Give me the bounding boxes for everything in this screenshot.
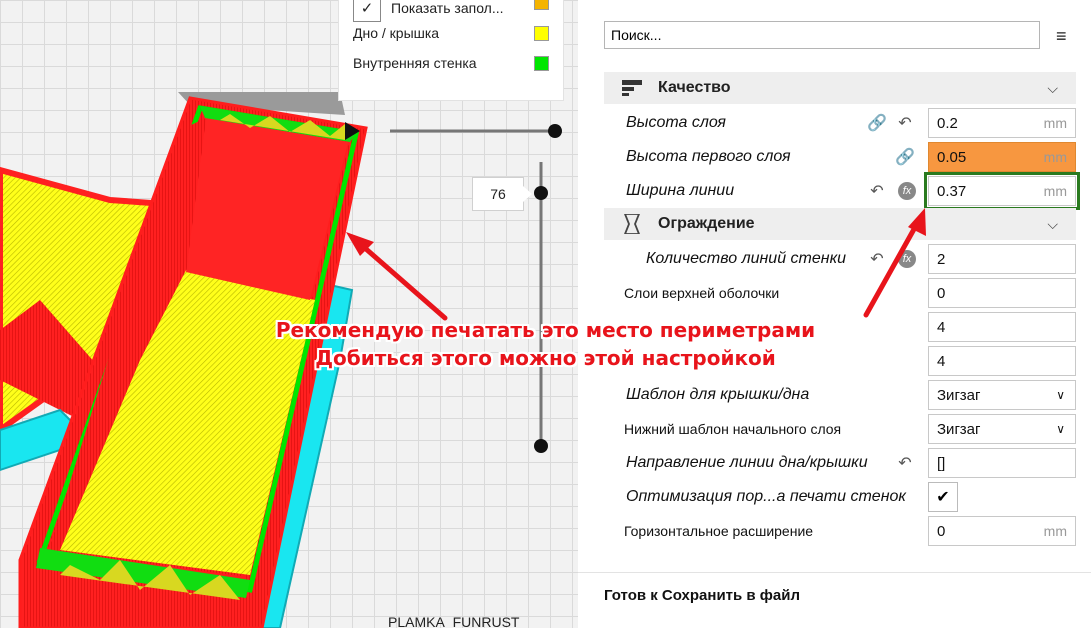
legend-checkbox[interactable]: ✓ bbox=[353, 0, 381, 22]
link-icon[interactable]: 🔗 bbox=[866, 112, 888, 134]
3d-viewport[interactable]: ✓ Показать запол... Дно / крышка Внутрен… bbox=[0, 0, 578, 628]
layer-slider-handle-top bbox=[534, 186, 548, 200]
legend-label: Дно / крышка bbox=[353, 25, 440, 41]
reset-icon[interactable]: ↶ bbox=[894, 452, 916, 474]
section-title: Ограждение bbox=[658, 215, 755, 232]
shell-icon bbox=[620, 212, 644, 236]
chevron-down-icon: ∨ bbox=[1056, 388, 1065, 402]
chevron-down-icon[interactable]: ⌵ bbox=[1047, 216, 1058, 233]
setting-top-bottom-direction: Направление линии дна/крышки ↶ [] bbox=[578, 446, 1091, 480]
layer-slider-handle-bottom bbox=[534, 439, 548, 453]
quality-icon bbox=[620, 76, 644, 100]
reset-icon[interactable]: ↶ bbox=[866, 180, 888, 202]
annotation-line-2: Добиться этого можно этой настройкой bbox=[315, 346, 776, 370]
setting-wall-order-optimization: Оптимизация пор...а печати стенок ✔ bbox=[578, 480, 1091, 514]
horizontal-expansion-input[interactable]: 0 mm bbox=[928, 516, 1076, 546]
setting-initial-bottom-pattern: Нижний шаблон начального слоя Зигзаг ∨ bbox=[578, 412, 1091, 446]
setting-label: Горизонтальное расширение bbox=[624, 523, 814, 539]
legend-swatch bbox=[534, 0, 549, 10]
section-title: Качество bbox=[658, 79, 731, 96]
status-bar: Готов к Сохранить в файл bbox=[578, 572, 1091, 629]
field-value: 0.37 bbox=[937, 182, 967, 200]
setting-label: Направление линии дна/крышки bbox=[626, 454, 868, 471]
field-value: 0 bbox=[937, 522, 946, 540]
menu-icon[interactable]: ≡ bbox=[1056, 26, 1067, 47]
setting-initial-layer-height: Высота первого слоя 🔗 0.05 mm bbox=[578, 140, 1091, 174]
setting-horizontal-expansion: Горизонтальное расширение 0 mm bbox=[578, 514, 1091, 548]
top-bottom-direction-input[interactable]: [] bbox=[928, 448, 1076, 478]
top-layers-input[interactable]: 0 bbox=[928, 278, 1076, 308]
function-icon[interactable]: fx bbox=[898, 182, 916, 200]
initial-layer-height-input[interactable]: 0.05 mm bbox=[928, 142, 1076, 172]
legend-item-skin: Дно / крышка bbox=[339, 22, 563, 44]
function-icon[interactable]: fx bbox=[898, 250, 916, 268]
field-value: Зигзаг bbox=[937, 386, 981, 404]
setting-label: Количество линий стенки bbox=[646, 250, 847, 267]
reset-icon[interactable]: ↶ bbox=[866, 248, 888, 270]
color-legend: ✓ Показать запол... Дно / крышка Внутрен… bbox=[338, 0, 564, 101]
wall-line-count-input[interactable]: 2 bbox=[928, 244, 1076, 274]
field-unit: mm bbox=[1043, 523, 1067, 539]
section-shell[interactable]: Ограждение ⌵ bbox=[604, 208, 1076, 240]
top-bottom-pattern-select[interactable]: Зигзаг ∨ bbox=[928, 380, 1076, 410]
legend-label: Показать запол... bbox=[391, 0, 504, 16]
line-width-input[interactable]: 0.37 mm bbox=[924, 172, 1080, 210]
setting-label: Слои верхней оболочки bbox=[624, 285, 780, 301]
setting-label: Оптимизация пор...а печати стенок bbox=[626, 488, 906, 505]
section-quality[interactable]: Качество ⌵ bbox=[604, 72, 1076, 104]
legend-item-inner-wall: Внутренняя стенка bbox=[339, 52, 563, 74]
setting-label: Нижний шаблон начального слоя bbox=[624, 421, 842, 437]
annotation-line-1: Рекомендую печатать это место периметрам… bbox=[275, 318, 816, 342]
field-value: 2 bbox=[937, 250, 946, 268]
chevron-down-icon[interactable]: ⌵ bbox=[1047, 80, 1058, 97]
field-value: 0 bbox=[937, 284, 946, 302]
field-value: [] bbox=[937, 454, 946, 472]
field-unit: mm bbox=[1043, 115, 1067, 131]
settings-search-input[interactable]: Поиск... bbox=[604, 21, 1040, 49]
legend-item-infill[interactable]: ✓ Показать запол... bbox=[339, 0, 563, 22]
legend-label: Внутренняя стенка bbox=[353, 55, 477, 71]
field-unit: mm bbox=[1043, 183, 1067, 199]
print-settings-panel: Поиск... ≡ Качество ⌵ Высота слоя 🔗 ↶ 0.… bbox=[578, 0, 1091, 629]
layer-number-box[interactable]: 76 bbox=[472, 177, 532, 211]
initial-bottom-pattern-select[interactable]: Зигзаг ∨ bbox=[928, 414, 1076, 444]
legend-swatch bbox=[534, 55, 549, 71]
setting-label: Ширина линии bbox=[626, 182, 735, 199]
status-text: Готов к Сохранить в файл bbox=[604, 587, 801, 604]
setting-label: Высота слоя bbox=[626, 114, 726, 131]
field-value: Зигзаг bbox=[937, 420, 981, 438]
setting-top-bottom-pattern: Шаблон для крышки/дна Зигзаг ∨ bbox=[578, 378, 1091, 412]
setting-label: Шаблон для крышки/дна bbox=[626, 386, 810, 403]
setting-layer-height: Высота слоя 🔗 ↶ 0.2 mm bbox=[578, 106, 1091, 140]
setting-top-layers: Слои верхней оболочки 0 bbox=[578, 276, 1091, 310]
link-icon[interactable]: 🔗 bbox=[894, 146, 916, 168]
model-name-text: PLAMKA_FUNRUST bbox=[388, 614, 520, 628]
setting-label: Высота первого слоя bbox=[626, 148, 791, 165]
field-value: 0.2 bbox=[937, 114, 958, 132]
field-unit: mm bbox=[1043, 149, 1067, 165]
setting-line-width: Ширина линии ↶ fx 0.37 mm bbox=[578, 172, 1091, 210]
layer-height-input[interactable]: 0.2 mm bbox=[928, 108, 1076, 138]
wall-order-checkbox[interactable]: ✔ bbox=[928, 482, 958, 512]
setting-wall-line-count: Количество линий стенки ↶ fx 2 bbox=[578, 242, 1091, 276]
reset-icon[interactable]: ↶ bbox=[894, 112, 916, 134]
field-value: 0.05 bbox=[937, 148, 967, 166]
legend-swatch bbox=[534, 25, 549, 41]
chevron-down-icon: ∨ bbox=[1056, 422, 1065, 436]
horizontal-slider-handle bbox=[548, 124, 562, 138]
